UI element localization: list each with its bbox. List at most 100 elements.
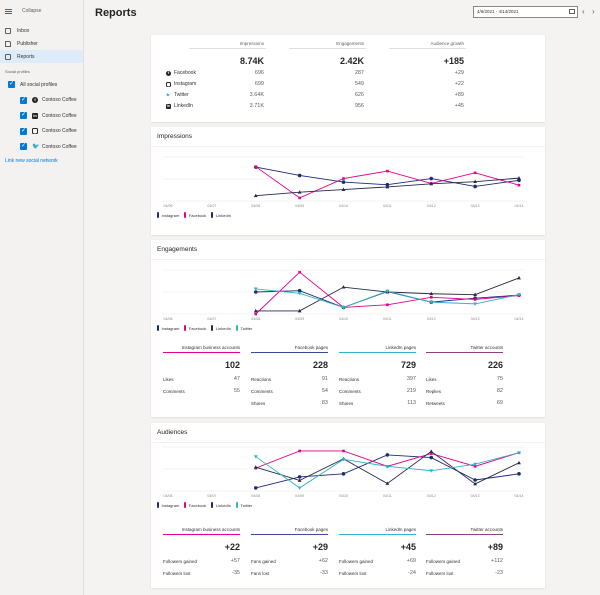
breakdown-row: Shares 113 [339,397,416,409]
data-point-facebook[interactable] [254,165,258,168]
data-point-twitter[interactable] [297,486,302,490]
data-point-instagram[interactable] [517,472,521,476]
breakdown-row: Comments 54 [251,385,328,397]
data-point-facebook[interactable] [298,449,301,453]
breakdown-row: Fans gained +62 [251,555,328,567]
legend-item-facebook[interactable]: Facebook [184,502,206,508]
metric-label: Fans gained [251,558,276,564]
legend-marker-icon [211,325,213,331]
collapse-button[interactable]: Collapse [0,0,83,22]
data-point-facebook[interactable] [342,177,345,180]
nav-item-inbox[interactable]: Inbox [0,24,83,37]
date-range-value: 4/6/2021 - 4/14/2021 [477,9,519,14]
link-new-social-network[interactable]: Link new social network [0,158,83,164]
metric-value: 69 [496,400,503,406]
data-point-instagram[interactable] [341,180,346,184]
date-range-picker[interactable]: 4/6/2021 - 4/14/2021 [473,6,578,18]
nav-item-publisher[interactable]: Publisher [0,37,83,50]
divider [389,48,466,49]
profile-checkbox-instagram[interactable]: ✓ ◎ Contoso Coffee [0,124,83,140]
metric-value: -24 [408,570,416,576]
profile-name: Contoso Coffee [42,112,77,119]
data-point-instagram[interactable] [341,472,346,476]
metric-value: 219 [406,388,416,394]
legend-item-instagram[interactable]: Instagram [157,212,179,218]
legend-item-linkedin[interactable]: LinkedIn [211,212,231,218]
metric-value: 91 [321,376,328,382]
data-point-facebook[interactable] [473,298,477,301]
x-tick-label: 04/06 [164,204,173,208]
data-point-instagram[interactable] [297,173,302,178]
previous-period-button[interactable]: ‹ [582,6,585,18]
inbox-icon [5,27,11,34]
breakdown-row: Replies 82 [426,385,503,397]
metric-value: 47 [233,376,240,382]
metric-value: +57 [230,558,240,564]
metric-label: Likes [163,376,174,382]
metric-value: 113 [407,400,416,406]
linkedin-icon: in [32,112,38,119]
calendar-icon[interactable] [569,9,575,14]
data-point-instagram[interactable] [297,475,302,479]
data-point-linkedin[interactable] [517,275,521,280]
divider [151,146,545,147]
legend-label: Twitter [240,325,253,331]
breakdown-row: Shares 83 [251,397,328,409]
data-point-instagram[interactable] [429,455,434,460]
profile-checkbox-facebook[interactable]: ✓ f Contoso Coffee [0,93,83,109]
x-tick-label: 04/13 [471,204,480,208]
data-point-facebook[interactable] [386,169,389,173]
checkbox-checked-icon: ✓ [20,143,27,151]
profile-name: Contoso Coffee [42,143,77,150]
x-tick-label: 04/10 [339,204,348,208]
data-point-instagram[interactable] [429,176,434,181]
data-point-facebook[interactable] [386,303,389,307]
data-point-instagram[interactable] [253,486,258,490]
summary-value: 626 [354,92,364,98]
summary-total: +185 [443,56,464,66]
legend-item-facebook[interactable]: Facebook [184,212,206,218]
breakdown-row: Followers lost -23 [426,567,503,579]
data-point-facebook[interactable] [254,312,258,316]
metric-label: Shares [251,400,266,406]
legend-item-facebook[interactable]: Facebook [184,325,206,331]
data-point-instagram[interactable] [473,478,477,482]
x-tick-label: 04/13 [471,317,480,321]
instagram-icon: ◎ [32,128,38,135]
x-tick-label: 04/09 [295,317,304,321]
audiences-title: Audiences [157,429,188,436]
legend-marker-icon [184,502,186,508]
legend-item-twitter[interactable]: Twitter [236,325,252,331]
next-period-button[interactable]: › [592,6,595,18]
data-point-facebook[interactable] [298,196,301,200]
main-content: Reports 4/6/2021 - 4/14/2021 ‹ › Impress… [84,0,600,595]
data-point-linkedin[interactable] [253,465,258,469]
reports-icon [5,53,11,60]
data-point-facebook[interactable] [298,270,301,274]
legend-item-linkedin[interactable]: LinkedIn [211,502,231,508]
data-point-instagram[interactable] [473,184,477,189]
metric-label: Comments [251,388,273,394]
linkedin-icon: in [166,103,171,109]
data-point-instagram[interactable] [385,453,390,457]
all-profiles-checkbox[interactable]: ✓ All social profiles [0,77,83,93]
profile-name: Contoso Coffee [42,97,77,104]
data-point-linkedin[interactable] [517,460,521,465]
legend-item-linkedin[interactable]: LinkedIn [211,325,231,331]
data-point-linkedin[interactable] [429,449,434,453]
legend-item-instagram[interactable]: Instagram [157,325,179,331]
legend-item-twitter[interactable]: Twitter [236,502,252,508]
metric-label: Reactions [251,376,272,382]
data-point-facebook[interactable] [429,295,433,299]
breakdown-column: Instagram business accounts 102 Likes 47 Com… [163,345,240,397]
profile-checkbox-linkedin[interactable]: ✓ in Contoso Coffee [0,108,83,124]
nav-item-reports[interactable]: Reports [0,50,83,63]
data-point-facebook[interactable] [342,449,345,453]
legend-item-instagram[interactable]: Instagram [157,502,179,508]
legend-label: Instagram [161,212,180,218]
data-point-facebook[interactable] [517,183,521,187]
data-point-facebook[interactable] [473,171,477,175]
breakdown-row: Reactions 91 [251,373,328,385]
x-tick-label: 04/13 [471,494,480,498]
profile-checkbox-twitter[interactable]: ✓ 🐦 Contoso Coffee [0,139,83,155]
